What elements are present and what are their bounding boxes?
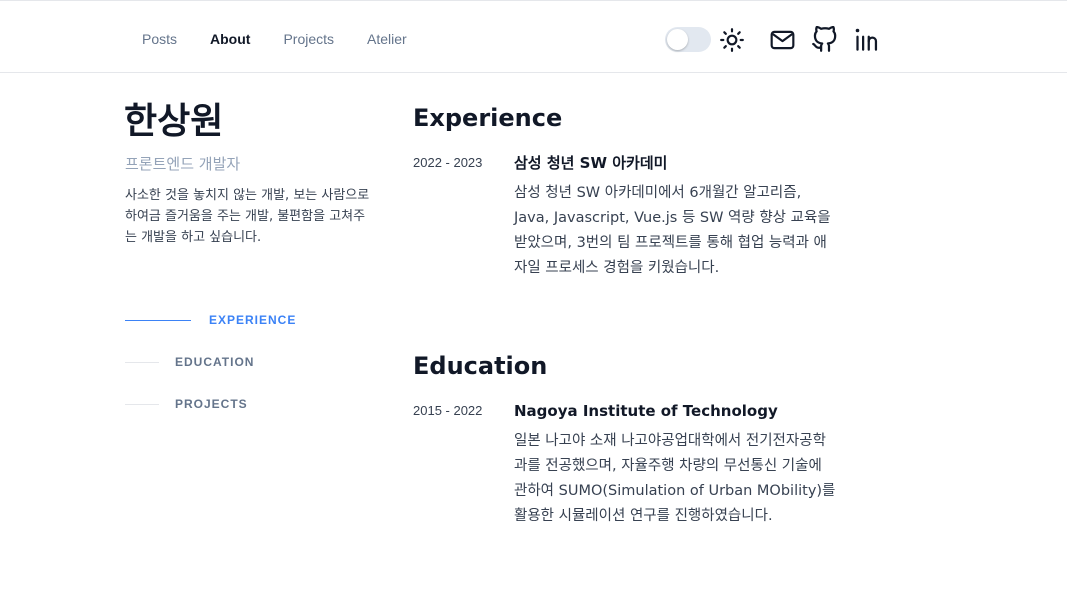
section-nav-label: EXPERIENCE	[209, 313, 297, 327]
mail-icon[interactable]	[769, 27, 796, 53]
section-nav: EXPERIENCE EDUCATION PROJECTS	[125, 310, 296, 436]
education-heading: Education	[413, 352, 548, 380]
section-nav-label: PROJECTS	[175, 397, 248, 411]
nav-item-atelier[interactable]: Atelier	[367, 30, 407, 48]
nav-item-about[interactable]: About	[210, 30, 250, 48]
profile-role: 프론트엔드 개발자	[125, 155, 241, 173]
entry-description: 삼성 청년 SW 아카데미에서 6개월간 알고리즘, Java, Javascr…	[514, 185, 831, 276]
experience-heading: Experience	[413, 104, 563, 132]
nav-item-posts[interactable]: Posts	[142, 30, 177, 48]
sun-icon[interactable]	[719, 27, 745, 53]
profile-bio: 사소한 것을 놓치지 않는 개발, 보는 사람으로 하여금 즐거움을 주는 개발…	[125, 188, 370, 245]
github-icon[interactable]	[811, 26, 838, 53]
entry-period: 2015 - 2022	[413, 403, 483, 418]
entry-title: Nagoya Institute of Technology	[514, 402, 778, 420]
entry-title: 삼성 청년 SW 아카데미	[514, 154, 668, 172]
theme-toggle[interactable]	[665, 27, 711, 52]
nav-item-projects[interactable]: Projects	[283, 30, 334, 48]
section-nav-projects[interactable]: PROJECTS	[125, 394, 296, 414]
indicator-line	[125, 361, 159, 363]
entry-period: 2022 - 2023	[413, 155, 483, 170]
section-nav-label: EDUCATION	[175, 355, 255, 369]
active-indicator-line	[125, 319, 191, 321]
section-nav-education[interactable]: EDUCATION	[125, 352, 296, 372]
toggle-knob	[667, 29, 688, 50]
linkedin-icon[interactable]	[853, 26, 880, 53]
profile-name: 한상원	[124, 101, 224, 142]
entry-description: 일본 나고야 소재 나고야공업대학에서 전기전자공학과를 전공했으며, 자율주행…	[514, 433, 836, 524]
indicator-line	[125, 403, 159, 405]
top-navigation-bar: Posts About Projects Atelier	[0, 0, 1067, 73]
section-nav-experience[interactable]: EXPERIENCE	[125, 310, 296, 330]
main-nav: Posts About Projects Atelier	[142, 30, 440, 48]
